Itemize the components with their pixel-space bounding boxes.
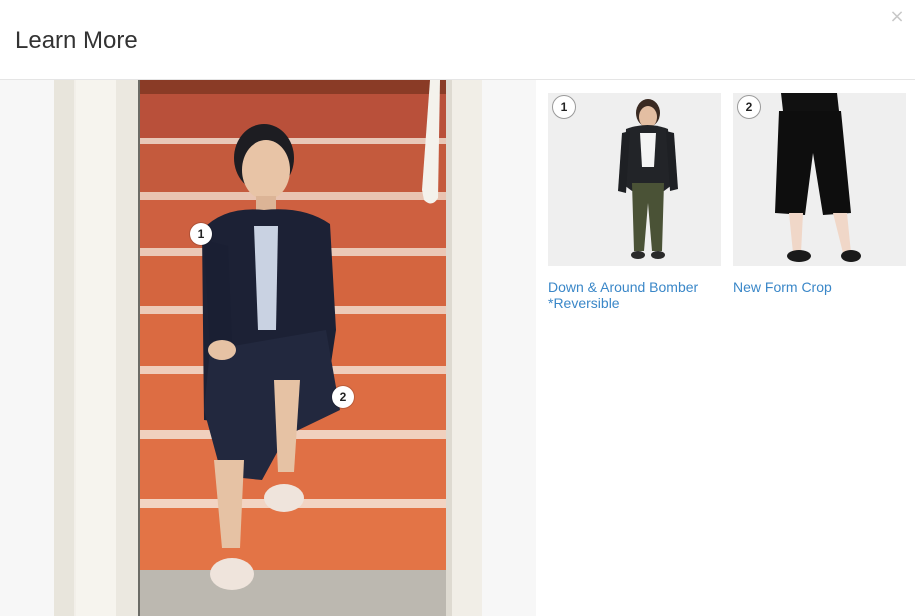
modal-title: Learn More: [15, 27, 138, 54]
product-number-badge: 2: [737, 95, 761, 119]
lifestyle-photo-panel: 1 2: [0, 80, 536, 616]
product-card: 2 New Form Crop: [733, 93, 906, 295]
product-link-1[interactable]: Down & Around Bomber *Reversible: [548, 279, 721, 311]
lifestyle-photo: 1 2: [54, 80, 482, 616]
learn-more-modal: Learn More × 1 2 1 Down & Around Bomber …: [0, 0, 915, 616]
hotspot-2[interactable]: 2: [332, 386, 354, 408]
product-number-badge: 1: [552, 95, 576, 119]
product-list: 1 Down & Around Bomber *Reversible 2 New…: [536, 80, 915, 616]
product-card: 1 Down & Around Bomber *Reversible: [548, 93, 721, 311]
product-link-2[interactable]: New Form Crop: [733, 279, 906, 295]
product-image[interactable]: 1: [548, 93, 721, 266]
close-icon[interactable]: ×: [889, 8, 905, 26]
product-image[interactable]: 2: [733, 93, 906, 266]
hotspot-1[interactable]: 1: [190, 223, 212, 245]
modal-header: Learn More ×: [0, 0, 915, 80]
